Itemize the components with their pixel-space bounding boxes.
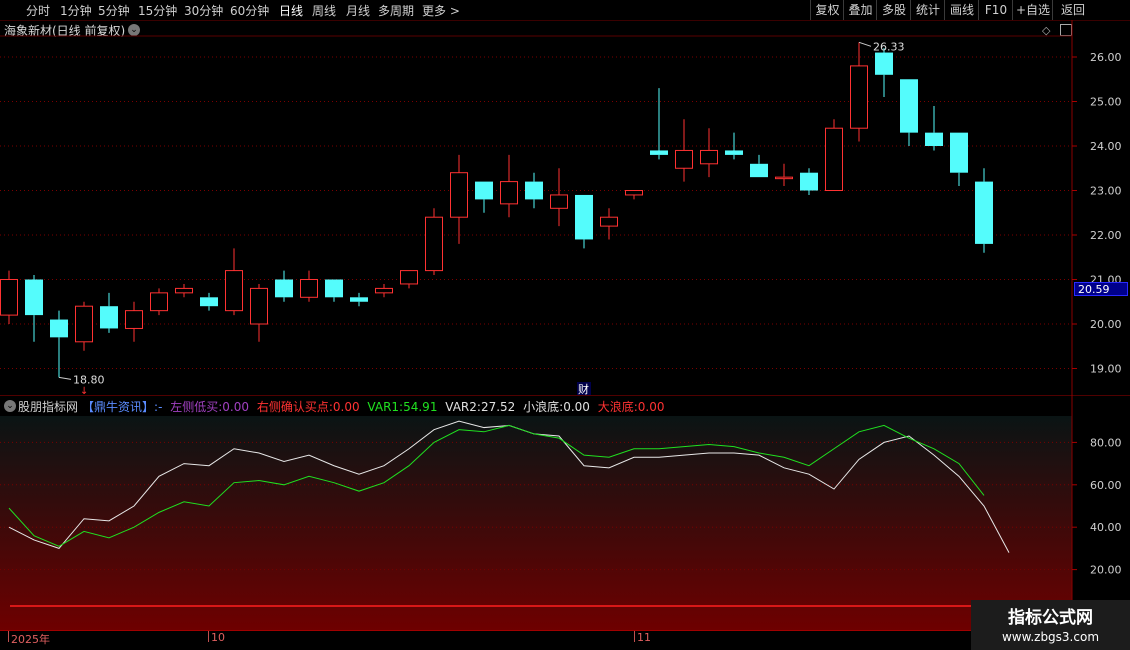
candlestick-chart[interactable]: 26.0025.0024.0023.0022.0021.0020.0019.00…	[0, 0, 1130, 396]
time-axis: 2025年 10 11	[0, 630, 1130, 650]
candle[interactable]	[350, 292, 368, 307]
candle[interactable]	[825, 119, 843, 191]
candle[interactable]	[400, 270, 418, 289]
candle[interactable]	[650, 88, 668, 160]
indicator-axis-label: 40.00	[1090, 521, 1122, 534]
candle[interactable]	[300, 270, 318, 302]
candle[interactable]	[25, 275, 43, 342]
financial-report-label[interactable]: 财	[578, 382, 589, 396]
time-axis-label: 11	[637, 631, 651, 644]
candle[interactable]	[425, 208, 443, 276]
candle[interactable]	[375, 283, 393, 298]
candle[interactable]	[325, 279, 343, 302]
candle[interactable]	[475, 181, 493, 213]
candle[interactable]	[250, 283, 268, 342]
indicator-axis-label: 80.00	[1090, 436, 1122, 449]
candle[interactable]	[75, 301, 93, 351]
candle[interactable]	[0, 270, 18, 324]
candle[interactable]	[700, 128, 718, 178]
indicator-axis-label: 20.00	[1090, 564, 1122, 577]
candle[interactable]	[200, 292, 218, 311]
candle[interactable]	[150, 288, 168, 316]
candle[interactable]	[675, 119, 693, 182]
price-axis-label: 23.00	[1090, 185, 1122, 198]
candle[interactable]	[750, 154, 768, 178]
time-axis-label: 2025年	[11, 633, 50, 646]
price-axis-label: 22.00	[1090, 229, 1122, 242]
candle[interactable]	[900, 79, 918, 146]
time-axis-border	[0, 630, 1072, 631]
candle[interactable]	[775, 163, 793, 187]
candle[interactable]	[925, 105, 943, 151]
candle[interactable]	[100, 292, 118, 333]
price-axis-label: 24.00	[1090, 140, 1122, 153]
candle[interactable]	[875, 48, 893, 98]
time-tick	[634, 630, 635, 642]
price-axis-label: 20.00	[1090, 318, 1122, 331]
candle[interactable]	[450, 154, 468, 244]
min-price-label: 18.80	[73, 373, 105, 386]
price-axis-label: 25.00	[1090, 96, 1122, 109]
site-watermark: 指标公式网 www.zbgs3.com	[971, 600, 1130, 650]
price-axis-label: 19.00	[1090, 363, 1122, 376]
candle[interactable]	[625, 190, 643, 200]
signal-arrow-icon: ↓	[80, 386, 88, 396]
candle[interactable]	[175, 283, 193, 298]
candle[interactable]	[600, 208, 618, 240]
candle[interactable]	[800, 168, 818, 195]
candle[interactable]	[525, 172, 543, 209]
candle[interactable]	[500, 154, 518, 218]
candle[interactable]	[550, 168, 568, 227]
indicator-axis-label: 60.00	[1090, 479, 1122, 492]
watermark-url: www.zbgs3.com	[1001, 630, 1100, 644]
candle[interactable]	[975, 168, 993, 253]
candle[interactable]	[950, 132, 968, 187]
max-price-label: 26.33	[873, 40, 905, 53]
candle[interactable]	[575, 194, 593, 249]
candle[interactable]	[275, 270, 293, 302]
candle[interactable]	[125, 301, 143, 342]
time-tick	[8, 630, 9, 642]
time-tick	[208, 630, 209, 642]
price-axis-label: 26.00	[1090, 51, 1122, 64]
candle[interactable]	[50, 310, 68, 378]
candle[interactable]	[225, 248, 243, 316]
current-price-badge: 20.59	[1074, 282, 1128, 296]
indicator-background	[0, 416, 1072, 630]
watermark-title: 指标公式网	[1008, 608, 1093, 628]
indicator-chart[interactable]: 80.00 60.00 40.00 20.00	[0, 396, 1130, 630]
time-axis-label: 10	[211, 631, 225, 644]
